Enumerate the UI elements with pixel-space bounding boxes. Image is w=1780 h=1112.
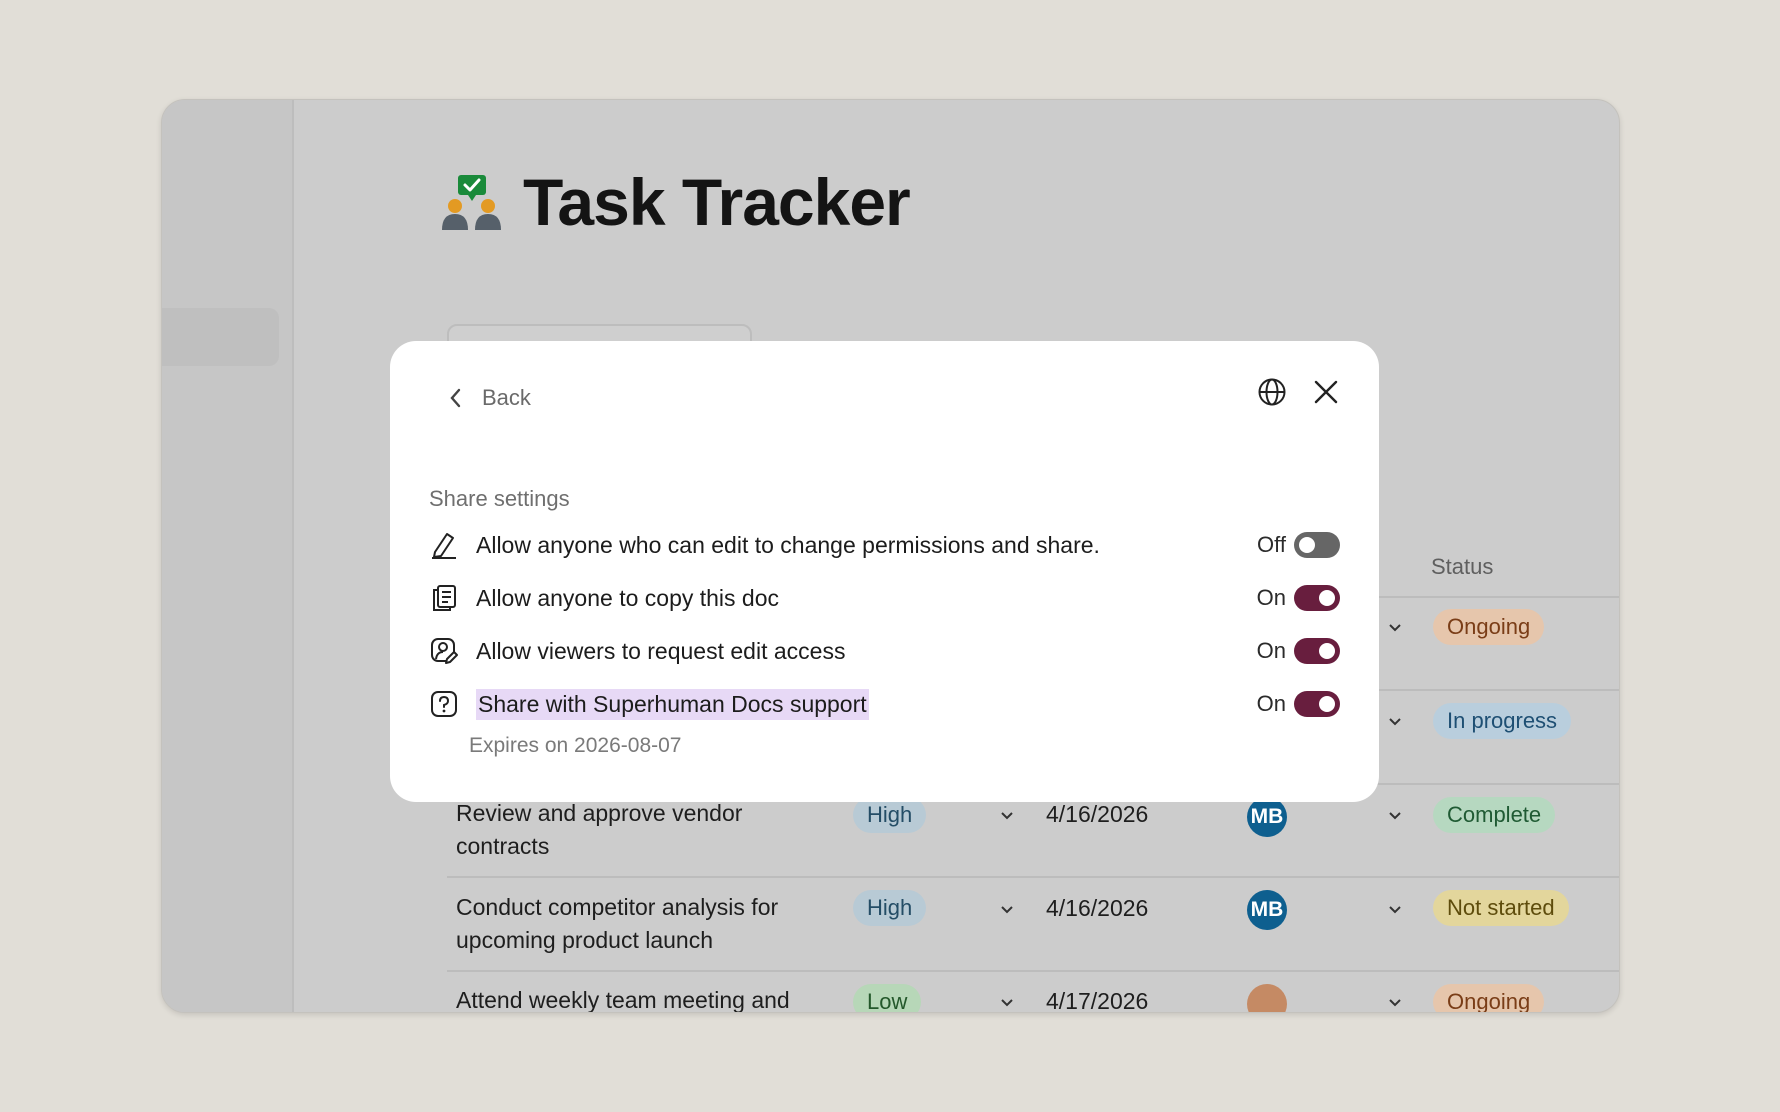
back-label: Back [482, 385, 531, 410]
task-name-line: Conduct competitor analysis for [456, 894, 779, 920]
modal-actions [1257, 377, 1341, 407]
task-name[interactable]: Attend weekly team meeting and [456, 984, 790, 1013]
chevron-down-icon[interactable] [1387, 714, 1403, 730]
share-settings-modal: Back Share settings Allow anyone who can… [390, 341, 1379, 802]
task-name-line: contracts [456, 833, 550, 859]
due-date[interactable]: 4/16/2026 [1046, 892, 1148, 925]
expiry-note: Expires on 2026-08-07 [469, 734, 682, 757]
column-header-status: Status [1431, 554, 1494, 579]
due-date[interactable]: 4/16/2026 [1046, 798, 1148, 831]
setting-share-support: Share with Superhuman Docs support On [429, 686, 1340, 722]
task-name[interactable]: Review and approve vendor contracts [456, 797, 742, 863]
toggle-state-label: Off [1257, 532, 1286, 557]
avatar-photo[interactable] [1247, 984, 1287, 1012]
chevron-down-icon[interactable] [999, 902, 1015, 918]
back-button[interactable]: Back [448, 385, 531, 411]
chevron-down-icon[interactable] [1387, 620, 1403, 636]
table-divider [447, 970, 1619, 972]
team-chat-icon [442, 175, 501, 230]
toggle-state-label: On [1256, 638, 1286, 663]
toggle-switch[interactable] [1294, 532, 1340, 558]
sidebar-item-active[interactable] [162, 308, 279, 366]
chevron-down-icon[interactable] [999, 995, 1015, 1011]
globe-icon[interactable] [1257, 377, 1287, 407]
copy-doc-icon [433, 585, 456, 611]
pen-icon [432, 533, 456, 559]
task-name-line: upcoming product launch [456, 927, 713, 953]
task-name[interactable]: Conduct competitor analysis for upcoming… [456, 891, 778, 957]
status-badge[interactable]: In progress [1433, 703, 1572, 739]
toggle-switch[interactable] [1294, 638, 1340, 664]
avatar[interactable]: MB [1247, 890, 1287, 930]
toggle-state-label: On [1256, 691, 1286, 716]
chevron-left-icon [450, 388, 461, 408]
setting-label: Allow anyone who can edit to change perm… [476, 531, 1100, 558]
status-badge[interactable]: Complete [1433, 797, 1556, 833]
avatar[interactable]: MB [1247, 797, 1287, 837]
table-divider [447, 876, 1619, 878]
setting-request-edit: Allow viewers to request edit access On [429, 633, 1340, 669]
due-date[interactable]: 4/17/2026 [1046, 985, 1148, 1012]
chevron-down-icon[interactable] [999, 808, 1015, 824]
toggle-knob [1319, 643, 1335, 659]
setting-label: Allow anyone to copy this doc [476, 584, 780, 611]
close-icon[interactable] [1311, 377, 1341, 407]
toggle-switch[interactable] [1294, 585, 1340, 611]
setting-label: Share with Superhuman Docs support [476, 688, 869, 720]
section-title: Share settings [429, 486, 570, 511]
toggle-state-label: On [1256, 585, 1286, 610]
help-icon [431, 691, 457, 717]
priority-badge[interactable]: Low [853, 984, 922, 1012]
toggle-knob [1319, 590, 1335, 606]
priority-badge[interactable]: High [853, 797, 927, 833]
setting-copy-doc: Allow anyone to copy this doc On [429, 580, 1340, 616]
status-badge[interactable]: Ongoing [1433, 984, 1545, 1012]
chevron-down-icon[interactable] [1387, 808, 1403, 824]
chevron-down-icon[interactable] [1387, 995, 1403, 1011]
sidebar [162, 100, 294, 1012]
status-badge[interactable]: Ongoing [1433, 609, 1545, 645]
user-edit-icon [431, 638, 458, 664]
setting-edit-permissions: Allow anyone who can edit to change perm… [429, 527, 1340, 563]
status-badge[interactable]: Not started [1433, 890, 1569, 926]
task-name-line: Attend weekly team meeting and [456, 987, 790, 1013]
setting-label: Allow viewers to request edit access [476, 637, 846, 664]
toggle-knob [1319, 696, 1335, 712]
doc-title-text: Task Tracker [523, 165, 911, 239]
toggle-knob [1299, 537, 1315, 553]
toggle-switch[interactable] [1294, 691, 1340, 717]
chevron-down-icon[interactable] [1387, 902, 1403, 918]
page-title: Task Tracker [441, 164, 911, 240]
priority-badge[interactable]: High [853, 890, 927, 926]
